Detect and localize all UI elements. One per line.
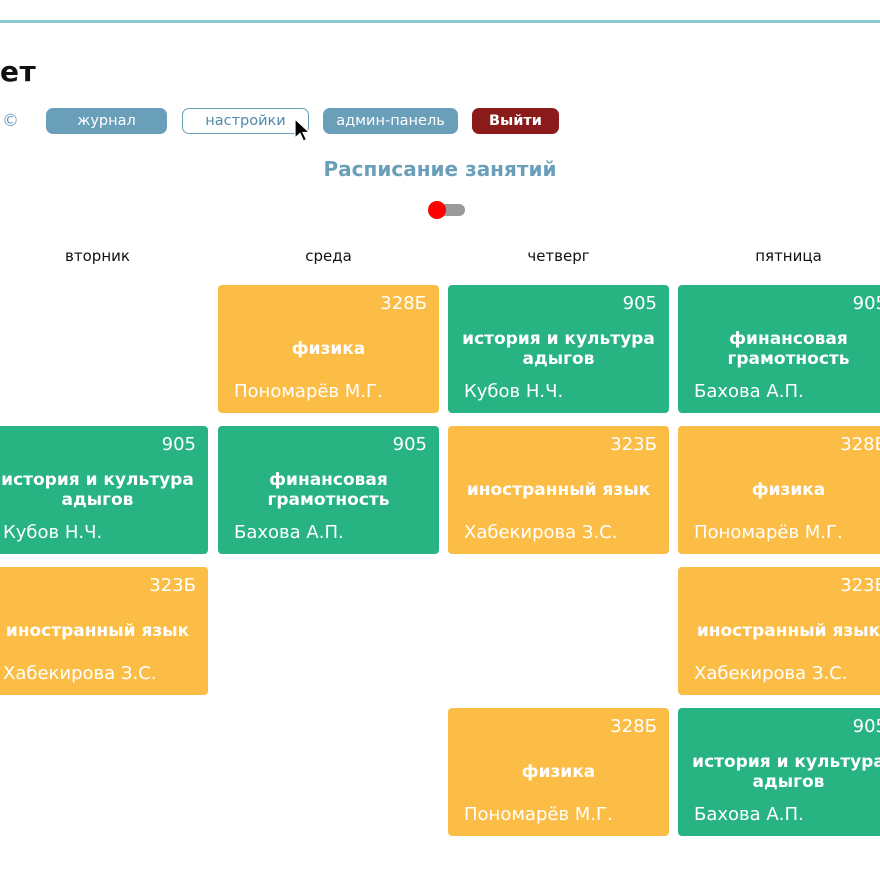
admin-panel-button[interactable]: админ-панель bbox=[323, 108, 458, 134]
day-header: пятница bbox=[755, 247, 822, 265]
lesson-card[interactable]: 905финансовая грамотность Бахова А.П. bbox=[678, 285, 880, 413]
lesson-card[interactable]: 328Б физика Пономарёв М.Г. bbox=[448, 708, 669, 836]
app-title: ет bbox=[0, 55, 37, 88]
copyright-icon: © bbox=[2, 111, 19, 131]
lesson-card[interactable]: 323Б иностранный язык Хабекирова З.С. bbox=[448, 426, 669, 554]
lesson-room: 323Б bbox=[840, 575, 880, 596]
logout-button[interactable]: Выйти bbox=[472, 108, 559, 134]
lesson-card[interactable]: 905финансовая грамотность Бахова А.П. bbox=[218, 426, 439, 554]
lesson-room: 905 bbox=[392, 434, 427, 455]
lesson-teacher: Пономарёв М.Г. bbox=[694, 522, 843, 543]
lesson-subject: финансовая грамотность bbox=[267, 470, 390, 510]
lesson-room: 323Б bbox=[149, 575, 196, 596]
lesson-card[interactable]: 323Б иностранный язык Хабекирова З.С. bbox=[0, 567, 208, 695]
day-header: вторник bbox=[65, 247, 130, 265]
lesson-subject: иностранный язык bbox=[5, 621, 190, 641]
lesson-card[interactable]: 328Б физика Пономарёв М.Г. bbox=[678, 426, 880, 554]
arrow-cursor-icon bbox=[294, 118, 312, 142]
lesson-subject: иностранный язык bbox=[696, 621, 880, 641]
lesson-teacher: Пономарёв М.Г. bbox=[234, 381, 383, 402]
day-header: среда bbox=[305, 247, 352, 265]
lesson-room: 328Б bbox=[840, 434, 880, 455]
lesson-teacher: Бахова А.П. bbox=[694, 804, 804, 825]
lesson-teacher: Хабекирова З.С. bbox=[3, 663, 157, 684]
lesson-teacher: Пономарёв М.Г. bbox=[464, 804, 613, 825]
lesson-room: 905 bbox=[622, 293, 657, 314]
lesson-teacher: Кубов Н.Ч. bbox=[464, 381, 564, 402]
lesson-subject: физика bbox=[751, 480, 826, 500]
lesson-teacher: Хабекирова З.С. bbox=[464, 522, 618, 543]
lesson-teacher: Хабекирова З.С. bbox=[694, 663, 848, 684]
toggle-knob bbox=[428, 201, 446, 219]
lesson-subject: иностранный язык bbox=[466, 480, 651, 500]
lesson-card[interactable]: 905 история и культура адыгов Кубов Н.Ч. bbox=[448, 285, 669, 413]
lesson-subject: история и культура адыгов bbox=[1, 470, 194, 510]
lesson-teacher: Бахова А.П. bbox=[694, 381, 804, 402]
settings-button[interactable]: настройки bbox=[182, 108, 309, 134]
lesson-subject: физика bbox=[291, 339, 366, 359]
lesson-room: 905 bbox=[852, 716, 880, 737]
day-header: четверг bbox=[527, 247, 590, 265]
schedule-title: Расписание занятий bbox=[323, 157, 557, 181]
lesson-card[interactable]: 905 история и культура адыгов Бахова А.П. bbox=[678, 708, 880, 836]
lesson-room: 905 bbox=[852, 293, 880, 314]
lesson-subject: история и культура адыгов bbox=[462, 329, 655, 369]
lesson-subject: история и культура адыгов bbox=[692, 752, 880, 792]
top-divider bbox=[0, 20, 880, 23]
lesson-room: 328Б bbox=[380, 293, 427, 314]
lesson-subject: финансовая грамотность bbox=[727, 329, 850, 369]
journal-button[interactable]: журнал bbox=[46, 108, 167, 134]
lesson-room: 328Б bbox=[610, 716, 657, 737]
lesson-card[interactable]: 323Б иностранный язык Хабекирова З.С. bbox=[678, 567, 880, 695]
lesson-card[interactable]: 905 история и культура адыгов Кубов Н.Ч. bbox=[0, 426, 208, 554]
lesson-teacher: Кубов Н.Ч. bbox=[3, 522, 103, 543]
lesson-teacher: Бахова А.П. bbox=[234, 522, 344, 543]
view-toggle[interactable] bbox=[428, 201, 465, 219]
lesson-card[interactable]: 328Б физика Пономарёв М.Г. bbox=[218, 285, 439, 413]
lesson-room: 323Б bbox=[610, 434, 657, 455]
lesson-room: 905 bbox=[161, 434, 196, 455]
lesson-subject: физика bbox=[521, 762, 596, 782]
